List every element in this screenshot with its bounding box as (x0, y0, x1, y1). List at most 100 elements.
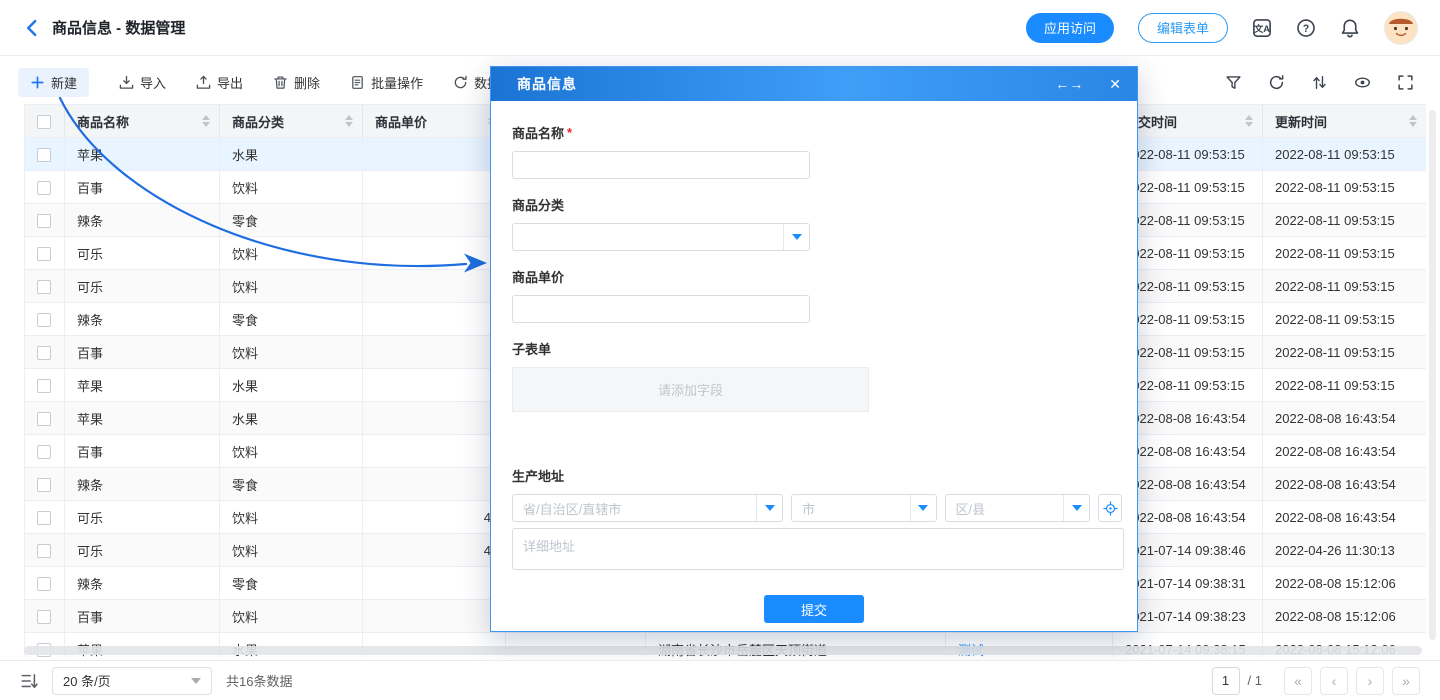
row-checkbox[interactable] (37, 214, 51, 228)
refresh-button[interactable] (1268, 74, 1285, 91)
current-page-input[interactable]: 1 (1212, 667, 1240, 695)
import-button[interactable]: 导入 (119, 73, 166, 92)
row-checkbox[interactable] (37, 511, 51, 525)
cell-update-time: 2022-04-26 11:30:13 (1263, 534, 1427, 567)
row-checkbox[interactable] (37, 148, 51, 162)
locate-button[interactable] (1098, 494, 1122, 522)
notification-button[interactable] (1340, 18, 1360, 38)
fullscreen-button[interactable] (1397, 74, 1414, 91)
row-checkbox[interactable] (37, 313, 51, 327)
category-label: 商品分类 (512, 195, 1122, 214)
fullscreen-icon (1397, 74, 1414, 91)
cell-update-time: 2022-08-08 15:12:06 (1263, 600, 1427, 633)
user-avatar[interactable] (1384, 11, 1418, 45)
delete-button[interactable]: 删除 (273, 73, 320, 92)
cell-price: 4 (363, 501, 506, 534)
last-page-button[interactable]: » (1392, 667, 1420, 695)
cell-category: 饮料 (220, 336, 363, 369)
import-icon (119, 75, 134, 90)
help-button[interactable]: ? (1296, 18, 1316, 38)
row-checkbox[interactable] (37, 346, 51, 360)
dialog-resize-button[interactable]: ←→ (1055, 77, 1083, 91)
back-button[interactable] (22, 18, 42, 38)
submit-button[interactable]: 提交 (764, 595, 864, 623)
category-select[interactable] (512, 223, 810, 251)
sort-icon (1409, 115, 1426, 127)
location-target-icon (1103, 501, 1118, 516)
row-density-button[interactable] (20, 672, 38, 690)
cell-product-name: 百事 (65, 171, 220, 204)
app-access-button[interactable]: 应用访问 (1026, 13, 1114, 43)
detail-address-textarea[interactable] (512, 528, 1124, 570)
chevron-down-icon (1063, 495, 1089, 521)
avatar-icon (1384, 11, 1418, 45)
horizontal-scrollbar[interactable] (24, 646, 1422, 655)
cell-price (363, 468, 506, 501)
cell-price (363, 567, 506, 600)
cell-product-name: 辣条 (65, 303, 220, 336)
row-checkbox[interactable] (37, 445, 51, 459)
row-checkbox[interactable] (37, 478, 51, 492)
cell-product-name: 可乐 (65, 534, 220, 567)
plus-icon (30, 75, 45, 90)
cell-update-time: 2022-08-11 09:53:15 (1263, 237, 1427, 270)
product-name-input[interactable] (512, 151, 810, 179)
product-name-label: 商品名称* (512, 123, 1122, 142)
select-all-checkbox[interactable] (37, 115, 51, 129)
row-checkbox[interactable] (37, 280, 51, 294)
cell-price (363, 270, 506, 303)
page-size-select[interactable]: 20 条/页 (52, 667, 212, 695)
row-checkbox[interactable] (37, 544, 51, 558)
subform-placeholder-area: 请添加字段 (512, 367, 869, 412)
vertical-scrollbar[interactable] (1429, 110, 1436, 640)
district-select[interactable]: 区/县 (945, 494, 1090, 522)
next-page-button[interactable]: › (1356, 667, 1384, 695)
cell-category: 零食 (220, 567, 363, 600)
translate-icon: 文A (1252, 18, 1272, 38)
row-checkbox[interactable] (37, 181, 51, 195)
dialog-body: 商品名称* 商品分类 商品单价 子表单 请添加字段 生产地址 省/自治 (491, 101, 1137, 633)
row-checkbox[interactable] (37, 412, 51, 426)
cell-price (363, 303, 506, 336)
cell-price (363, 336, 506, 369)
subform-label: 子表单 (512, 339, 1122, 358)
city-select[interactable]: 市 (791, 494, 936, 522)
language-button[interactable]: 文A (1252, 18, 1272, 38)
refresh-icon (1268, 74, 1285, 91)
prev-page-button[interactable]: ‹ (1320, 667, 1348, 695)
cell-update-time: 2022-08-08 16:43:54 (1263, 402, 1427, 435)
cell-update-time: 2022-08-11 09:53:15 (1263, 270, 1427, 303)
row-checkbox[interactable] (37, 610, 51, 624)
new-button[interactable]: 新建 (18, 68, 89, 97)
trash-icon (273, 75, 288, 90)
density-icon (20, 672, 38, 690)
row-checkbox[interactable] (37, 577, 51, 591)
first-page-button[interactable]: « (1284, 667, 1312, 695)
svg-text:?: ? (1303, 22, 1309, 34)
province-select[interactable]: 省/自治区/直辖市 (512, 494, 783, 522)
column-header-update-time[interactable]: 更新时间 (1263, 105, 1427, 138)
sort-button[interactable] (1311, 74, 1328, 91)
column-header-price[interactable]: 商品单价 (363, 105, 506, 138)
column-visibility-button[interactable] (1354, 74, 1371, 91)
page-title: 商品信息 - 数据管理 (52, 17, 185, 38)
required-mark: * (567, 125, 572, 140)
cell-category: 饮料 (220, 237, 363, 270)
column-header-category[interactable]: 商品分类 (220, 105, 363, 138)
cell-category: 零食 (220, 303, 363, 336)
column-header-product-name[interactable]: 商品名称 (65, 105, 220, 138)
cell-price (363, 600, 506, 633)
export-button[interactable]: 导出 (196, 73, 243, 92)
cell-product-name: 辣条 (65, 468, 220, 501)
row-checkbox[interactable] (37, 247, 51, 261)
cell-update-time: 2022-08-11 09:53:15 (1263, 303, 1427, 336)
help-icon: ? (1296, 18, 1316, 38)
dialog-close-button[interactable]: ✕ (1109, 77, 1121, 91)
edit-form-button[interactable]: 编辑表单 (1138, 13, 1228, 43)
batch-operation-button[interactable]: 批量操作 (350, 73, 423, 92)
row-checkbox[interactable] (37, 379, 51, 393)
cell-price (363, 138, 506, 171)
filter-button[interactable] (1225, 74, 1242, 91)
chevron-left-icon (22, 18, 42, 38)
price-input[interactable] (512, 295, 810, 323)
